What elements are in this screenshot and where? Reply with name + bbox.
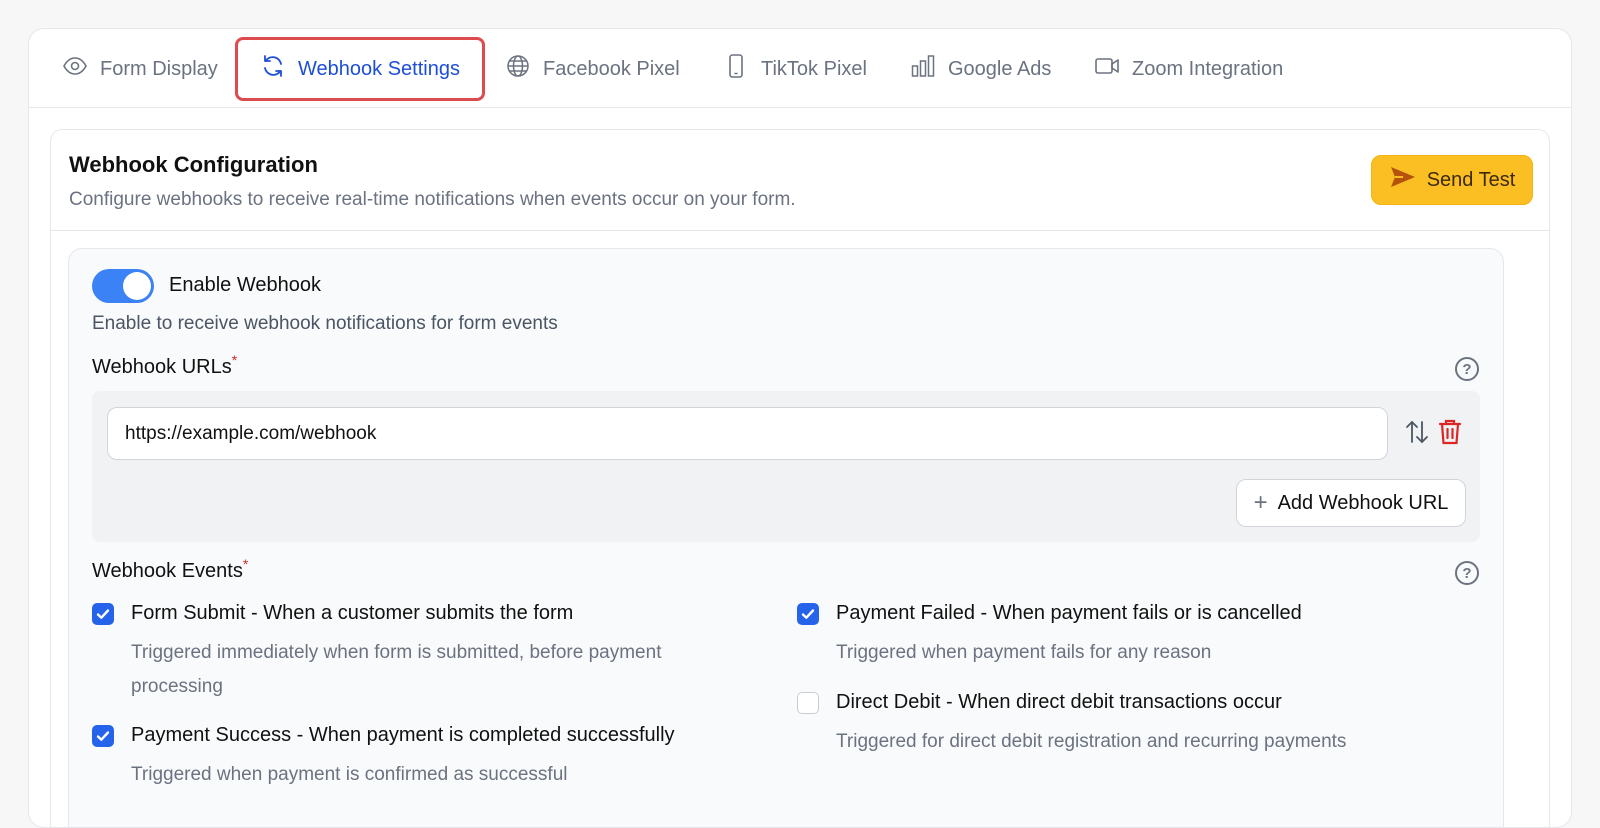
webhook-url-input[interactable] [107,407,1388,460]
tab-google-ads[interactable]: Google Ads [910,37,1051,101]
webhook-url-list: + Add Webhook URL [92,391,1480,542]
event-checkbox[interactable] [797,692,819,714]
plus-icon: + [1253,489,1268,516]
globe-icon [505,53,531,85]
enable-webhook-label: Enable Webhook [169,274,321,296]
add-webhook-url-button[interactable]: + Add Webhook URL [1236,479,1466,527]
event-description: Triggered for direct debit registration … [836,731,1347,752]
reorder-icon[interactable] [1404,418,1430,446]
tab-bar: Form Display Webhook Settings Facebook P… [29,29,1571,108]
refresh-icon [260,53,286,85]
video-icon [1094,53,1120,85]
help-icon[interactable]: ? [1455,561,1479,585]
event-checkbox[interactable] [92,725,114,747]
send-test-button[interactable]: Send Test [1371,155,1533,205]
event-description: Triggered when payment fails for any rea… [836,642,1212,663]
event-title: Form Submit - When a customer submits th… [131,602,574,624]
tab-webhook-settings[interactable]: Webhook Settings [235,37,485,101]
required-asterisk: * [242,556,249,572]
add-webhook-url-label: Add Webhook URL [1277,491,1449,514]
bar-chart-icon [910,53,936,85]
event-checkbox[interactable] [92,603,114,625]
delete-icon[interactable] [1438,418,1462,446]
tab-tiktok-pixel[interactable]: TikTok Pixel [723,37,867,101]
tab-label: Facebook Pixel [543,57,680,80]
tab-label: Webhook Settings [298,57,460,80]
card-title: Webhook Configuration [69,152,318,177]
webhook-urls-label: Webhook URLs* [92,352,238,378]
help-icon[interactable]: ? [1455,357,1479,381]
webhook-config-card: Webhook Configuration Configure webhooks… [50,129,1550,827]
card-header: Webhook Configuration Configure webhooks… [51,130,1549,231]
phone-icon [723,53,749,85]
webhook-events-label: Webhook Events* [92,556,249,582]
enable-webhook-description: Enable to receive webhook notifications … [92,313,558,334]
settings-panel: Form Display Webhook Settings Facebook P… [28,28,1572,828]
tab-label: Zoom Integration [1132,57,1284,80]
event-title: Payment Success - When payment is comple… [131,724,675,746]
send-test-label: Send Test [1426,168,1516,191]
tab-label: TikTok Pixel [761,57,867,80]
tab-label: Form Display [100,57,218,80]
event-description: Triggered when payment is confirmed as s… [131,764,568,785]
eye-icon [62,53,88,85]
tab-facebook-pixel[interactable]: Facebook Pixel [505,37,680,101]
webhook-settings-section: Enable Webhook Enable to receive webhook… [68,248,1504,827]
enable-webhook-toggle[interactable] [92,269,154,303]
event-description: Triggered immediately when form is submi… [131,642,662,697]
event-title: Direct Debit - When direct debit transac… [836,691,1282,713]
tab-form-display[interactable]: Form Display [62,37,218,101]
event-checkbox[interactable] [797,603,819,625]
event-title: Payment Failed - When payment fails or i… [836,602,1302,624]
tab-label: Google Ads [948,57,1052,80]
required-asterisk: * [231,352,238,368]
send-icon [1389,165,1417,195]
card-subtitle: Configure webhooks to receive real-time … [69,189,796,210]
tab-zoom-integration[interactable]: Zoom Integration [1094,37,1283,101]
